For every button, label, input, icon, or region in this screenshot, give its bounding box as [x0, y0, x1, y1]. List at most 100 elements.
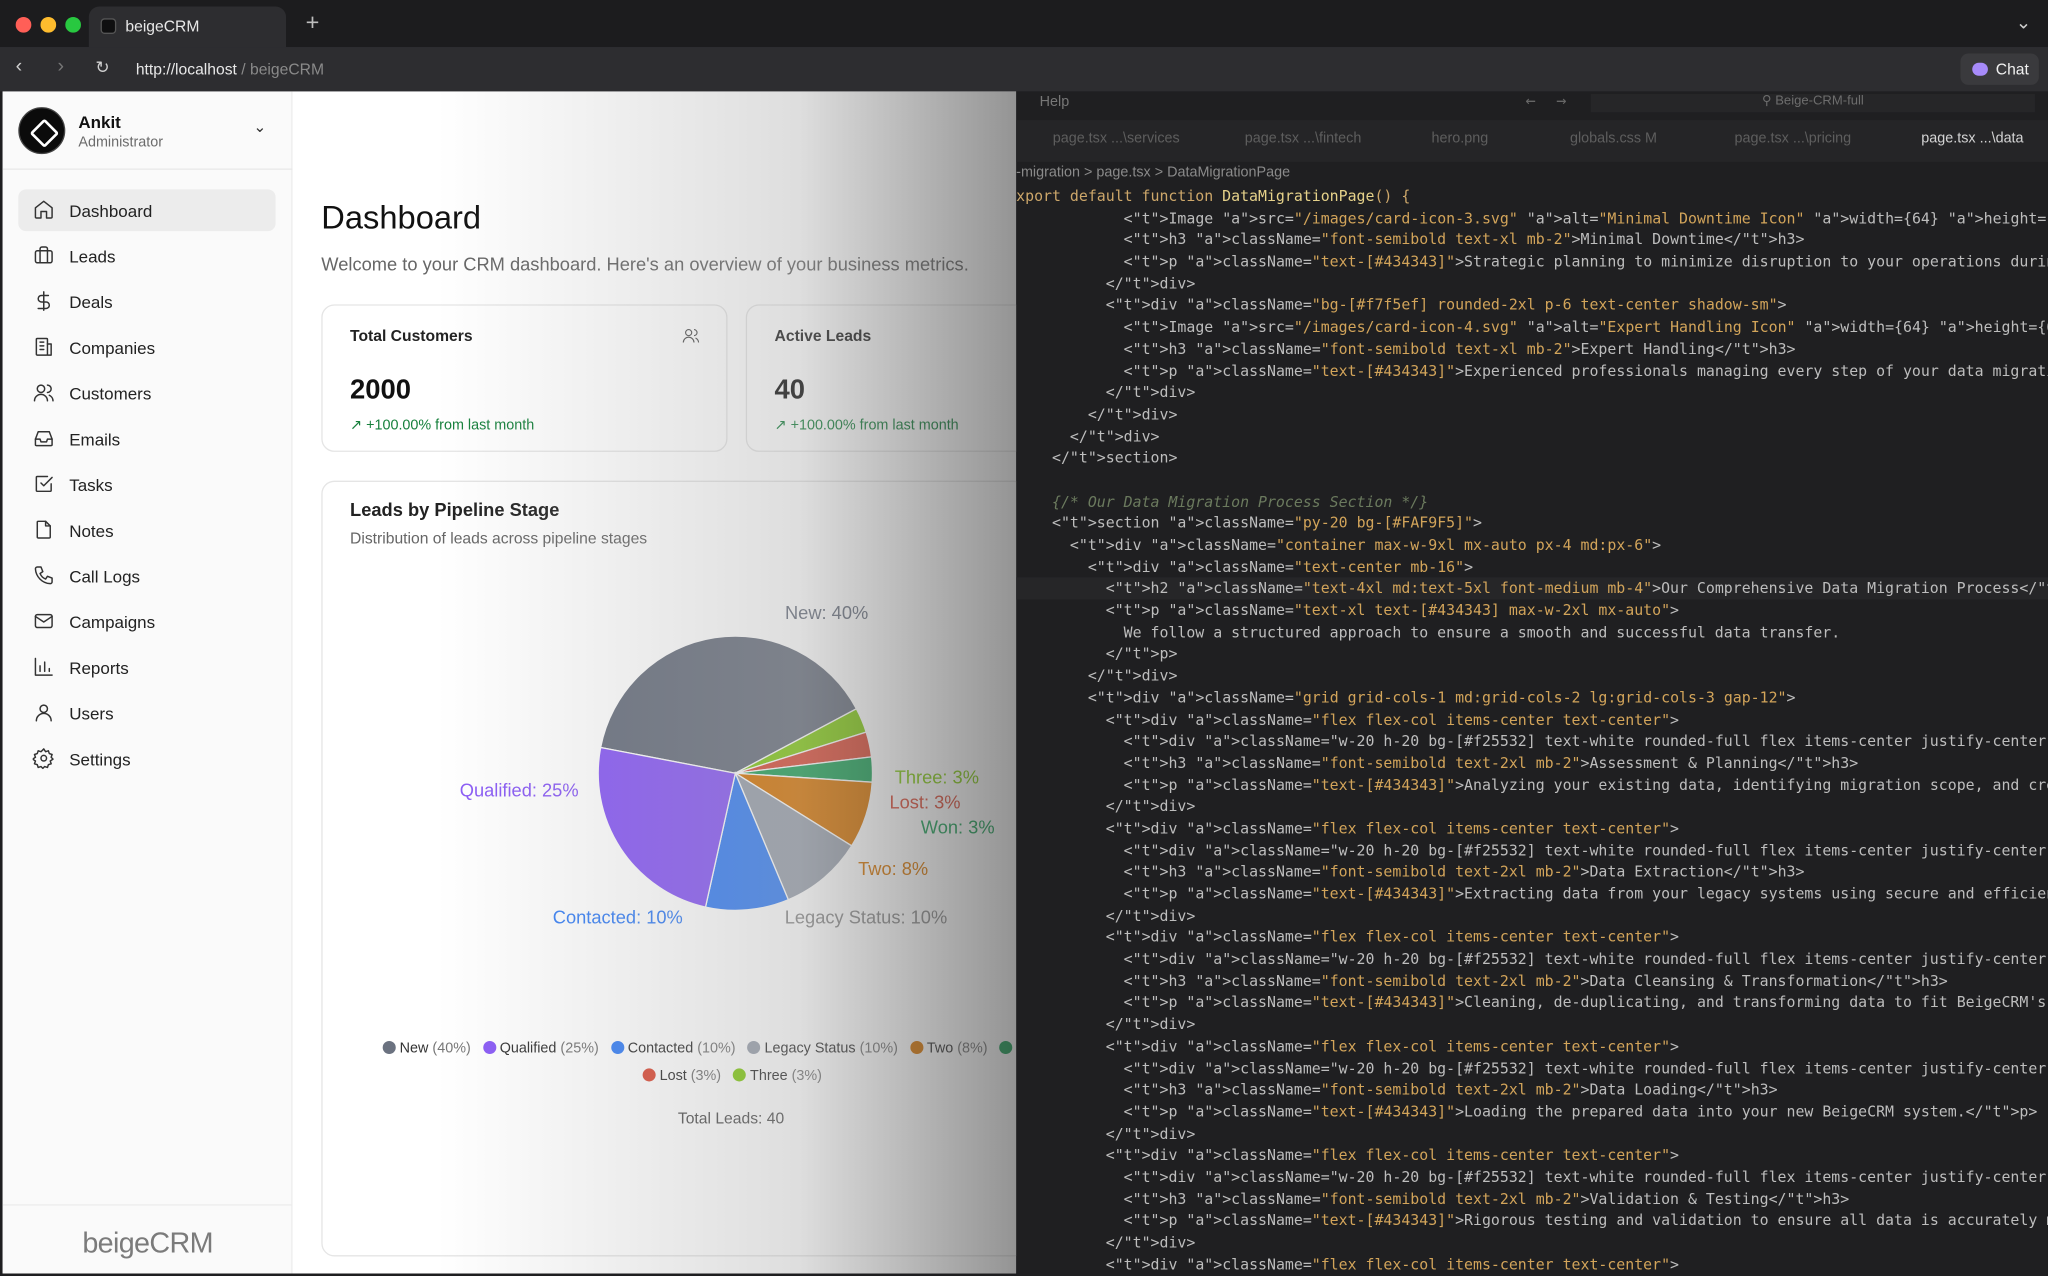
legend-item[interactable]: Contacted (10%): [610, 1040, 736, 1057]
maximize-window-button[interactable]: [65, 16, 81, 33]
editor-tab[interactable]: page.tsx ...\pricing: [1735, 131, 1852, 147]
code-line[interactable]: <"t">div "a">className="w-20 h-20 bg-[#f…: [1016, 839, 2048, 861]
sidebar-item-label: Companies: [69, 338, 156, 358]
code-line[interactable]: </"t">section>: [1016, 447, 2048, 469]
code-line[interactable]: <"t">section "a">className="py-20 bg-[#F…: [1016, 512, 2048, 534]
code-line[interactable]: <"t">p "a">className="text-[#434343]">Cl…: [1016, 992, 2048, 1014]
code-line[interactable]: <"t">p "a">className="text-[#434343]">Ex…: [1016, 883, 2048, 905]
sidebar-item-campaigns[interactable]: Campaigns: [18, 601, 275, 643]
code-line[interactable]: </"t">div>: [1016, 273, 2048, 295]
code-line[interactable]: <"t">div "a">className="flex flex-col it…: [1016, 927, 2048, 949]
browser-tab[interactable]: beigeCRM: [88, 6, 287, 48]
code-line[interactable]: <"t">div "a">className="flex flex-col it…: [1016, 709, 2048, 731]
code-line[interactable]: </"t">div>: [1016, 905, 2048, 927]
code-line[interactable]: <"t">div "a">className="text-center mb-1…: [1016, 556, 2048, 578]
code-line[interactable]: </"t">div>: [1016, 425, 2048, 447]
code-line[interactable]: <"t">div "a">className="flex flex-col it…: [1016, 818, 2048, 840]
back-arrow-icon[interactable]: ‹: [16, 55, 23, 77]
url-field[interactable]: http://localhost / beigeCRM: [136, 60, 324, 78]
legend-pct: (8%): [957, 1040, 988, 1057]
tab-list-chevron-icon[interactable]: ⌄: [2016, 12, 2031, 34]
editor-nav-arrows[interactable]: ← →: [1526, 91, 1567, 111]
code-line[interactable]: <"t">h3 "a">className="font-semibold tex…: [1016, 1188, 2048, 1210]
code-line[interactable]: </"t">div>: [1016, 403, 2048, 425]
chat-button[interactable]: Chat: [1960, 53, 2039, 85]
menu-help[interactable]: Help: [1040, 94, 1070, 110]
code-line[interactable]: </"t">div>: [1016, 382, 2048, 404]
code-line[interactable]: <"t">div "a">className="container max-w-…: [1016, 534, 2048, 556]
code-line[interactable]: xport default function DataMigrationPage…: [1016, 185, 2048, 207]
code-line[interactable]: <"t">Image "a">src="/images/card-icon-3.…: [1016, 207, 2048, 229]
code-line[interactable]: <"t">h3 "a">className="font-semibold tex…: [1016, 1079, 2048, 1101]
code-line[interactable]: <"t">div "a">className="bg-[#f7f5ef] rou…: [1016, 294, 2048, 316]
sidebar-item-call-logs[interactable]: Call Logs: [18, 555, 275, 597]
sidebar-item-leads[interactable]: Leads: [18, 235, 275, 277]
code-line[interactable]: <"t">div "a">className="w-20 h-20 bg-[#f…: [1016, 1057, 2048, 1079]
code-line[interactable]: <"t">Image "a">src="/images/card-icon-4.…: [1016, 316, 2048, 338]
code-line[interactable]: </"t">div>: [1016, 1232, 2048, 1254]
sidebar-item-reports[interactable]: Reports: [18, 647, 275, 689]
code-line[interactable]: <"t">p "a">className="text-[#434343]">An…: [1016, 774, 2048, 796]
minimize-window-button[interactable]: [40, 16, 57, 33]
user-menu[interactable]: Ankit Administrator ⌄: [2, 91, 293, 170]
code-line[interactable]: <"t">h2 "a">className="text-4xl md:text-…: [1016, 577, 2048, 600]
editor-tabs: page.tsx ...\services page.tsx ...\finte…: [1016, 120, 2048, 162]
code-line[interactable]: <"t">h3 "a">className="font-semibold tex…: [1016, 338, 2048, 360]
inbox-icon: [34, 430, 53, 447]
editor-tab[interactable]: page.tsx ...\fintech: [1245, 131, 1362, 147]
legend-item[interactable]: Two (8%): [909, 1040, 988, 1057]
code-line[interactable]: <"t">div "a">className="grid grid-cols-1…: [1016, 687, 2048, 709]
code-line[interactable]: </"t">div>: [1016, 796, 2048, 818]
code-line[interactable]: <"t">h3 "a">className="font-semibold tex…: [1016, 229, 2048, 251]
page-subtitle: Welcome to your CRM dashboard. Here's an…: [321, 253, 969, 275]
code-line[interactable]: </"t">div>: [1016, 1014, 2048, 1036]
legend-item[interactable]: Legacy Status (10%): [747, 1040, 898, 1057]
legend-item[interactable]: Qualified (25%): [482, 1040, 599, 1057]
sidebar-item-companies[interactable]: Companies: [18, 327, 275, 369]
sidebar-item-dashboard[interactable]: Dashboard: [18, 189, 276, 232]
code-line[interactable]: <"t">div "a">className="flex flex-col it…: [1016, 1253, 2048, 1275]
code-line[interactable]: We follow a structured approach to ensur…: [1016, 621, 2048, 643]
editor-tab[interactable]: page.tsx ...\services: [1053, 131, 1180, 147]
chevron-down-icon[interactable]: ⌄: [253, 118, 266, 136]
legend-item[interactable]: Three (3%): [733, 1068, 822, 1084]
forward-arrow-icon[interactable]: ›: [57, 55, 64, 77]
legend-item[interactable]: New (40%): [382, 1040, 471, 1057]
code-line[interactable]: <"t">div "a">className="flex flex-col it…: [1016, 1144, 2048, 1166]
code-line[interactable]: {/* Our Data Migration Process Section *…: [1016, 491, 2048, 513]
reload-icon[interactable]: ↻: [95, 57, 109, 78]
sidebar-item-deals[interactable]: Deals: [18, 281, 275, 323]
command-center-search[interactable]: ⚲ Beige-CRM-full: [1590, 94, 2035, 113]
sidebar-item-emails[interactable]: Emails: [18, 418, 275, 460]
code-line[interactable]: <"t">p "a">className="text-[#434343]">Lo…: [1016, 1101, 2048, 1123]
close-window-button[interactable]: [15, 16, 32, 33]
editor-tab[interactable]: globals.css M: [1570, 131, 1657, 147]
sidebar-item-label: Dashboard: [69, 201, 153, 221]
sidebar-item-notes[interactable]: Notes: [18, 509, 275, 551]
code-line[interactable]: <"t">div "a">className="w-20 h-20 bg-[#f…: [1016, 730, 2048, 752]
new-tab-button[interactable]: +: [306, 9, 320, 36]
sidebar-item-users[interactable]: Users: [18, 692, 275, 734]
code-line[interactable]: <"t">div "a">className="w-20 h-20 bg-[#f…: [1016, 948, 2048, 970]
sidebar-item-customers[interactable]: Customers: [18, 372, 275, 414]
sidebar-item-settings[interactable]: Settings: [18, 738, 275, 780]
code-line[interactable]: [1016, 469, 2048, 491]
code-line[interactable]: <"t">h3 "a">className="font-semibold tex…: [1016, 970, 2048, 992]
sidebar-item-tasks[interactable]: Tasks: [18, 464, 275, 506]
code-line[interactable]: </"t">p>: [1016, 643, 2048, 665]
code-line[interactable]: <"t">h3 "a">className="font-semibold tex…: [1016, 861, 2048, 883]
code-line[interactable]: <"t">p "a">className="text-xl text-[#434…: [1016, 600, 2048, 622]
code-line[interactable]: <"t">p "a">className="text-[#434343]">Ex…: [1016, 360, 2048, 382]
code-line[interactable]: <"t">div "a">className="w-20 h-20 bg-[#f…: [1016, 1166, 2048, 1188]
code-line[interactable]: </"t">div>: [1016, 665, 2048, 687]
code-area[interactable]: xport default function DataMigrationPage…: [1016, 185, 2048, 1276]
legend-item[interactable]: Lost (3%): [642, 1068, 721, 1084]
editor-tab[interactable]: hero.png: [1432, 131, 1489, 147]
code-line[interactable]: <"t">h3 "a">className="font-semibold tex…: [1016, 752, 2048, 774]
editor-tab-active[interactable]: page.tsx ...\data: [1921, 131, 2023, 147]
code-line[interactable]: </"t">div>: [1016, 1123, 2048, 1145]
code-line[interactable]: <"t">div "a">className="flex flex-col it…: [1016, 1036, 2048, 1058]
code-line[interactable]: <"t">p "a">className="text-[#434343]">St…: [1016, 251, 2048, 273]
code-line[interactable]: <"t">p "a">className="text-[#434343]">Ri…: [1016, 1210, 2048, 1232]
editor-breadcrumb[interactable]: -migration > page.tsx > DataMigrationPag…: [1016, 165, 1290, 181]
